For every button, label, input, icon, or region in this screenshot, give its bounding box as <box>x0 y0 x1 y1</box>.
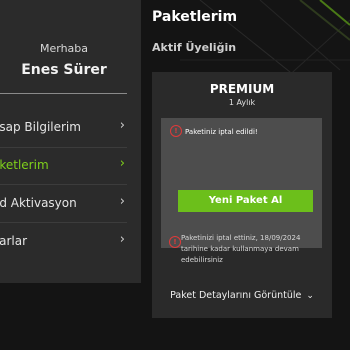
cancellation-info-text: Paketinizi iptal ettiniz, 18/09/2024 tar… <box>181 234 301 264</box>
new-package-button[interactable]: Yeni Paket Al <box>178 190 313 212</box>
sidebar-item-account-info[interactable]: esap Bilgilerim › <box>0 109 127 147</box>
greeting-text: Merhaba <box>39 42 89 55</box>
sidebar-item-label: esap Bilgilerim <box>0 120 81 134</box>
chevron-right-icon: › <box>119 118 125 133</box>
package-card: PREMIUM 1 Aylık ! Paketiniz iptal edildi… <box>152 72 332 318</box>
package-details-link[interactable]: Paket Detaylarını Görüntüle ⌄ <box>152 290 332 301</box>
alert-icon: ! <box>170 125 182 137</box>
sidebar-item-code-activation[interactable]: od Aktivasyon › <box>0 185 127 223</box>
chevron-right-icon: › <box>119 194 125 209</box>
plan-duration: 1 Aylık <box>228 98 256 107</box>
plan-name: PREMIUM <box>209 82 275 96</box>
chevron-right-icon: › <box>119 232 125 247</box>
chevron-right-icon: › <box>119 156 125 171</box>
package-status-panel: ! Paketiniz iptal edildi! Yeni Paket Al <box>161 118 322 248</box>
sidebar: Merhaba Enes Sürer esap Bilgilerim › ake… <box>0 0 141 283</box>
chevron-down-icon: ⌄ <box>306 291 314 301</box>
cancel-message: Paketiniz iptal edildi! <box>185 128 258 136</box>
sidebar-item-label: od Aktivasyon <box>0 196 77 210</box>
sidebar-item-devices[interactable]: varlar › <box>0 223 127 261</box>
page-title: Paketlerim <box>152 9 238 25</box>
info-alert-icon: ! <box>169 236 181 248</box>
sidebar-item-label: varlar <box>0 234 28 248</box>
sidebar-divider <box>0 93 127 94</box>
sidebar-item-label: aketlerim <box>0 158 49 172</box>
details-link-label: Paket Detaylarını Görüntüle <box>170 290 302 301</box>
user-name: Enes Sürer <box>21 62 107 78</box>
sidebar-item-packages[interactable]: aketlerim › <box>0 147 127 185</box>
active-membership-label: Aktif Üyeliğin <box>152 41 237 54</box>
